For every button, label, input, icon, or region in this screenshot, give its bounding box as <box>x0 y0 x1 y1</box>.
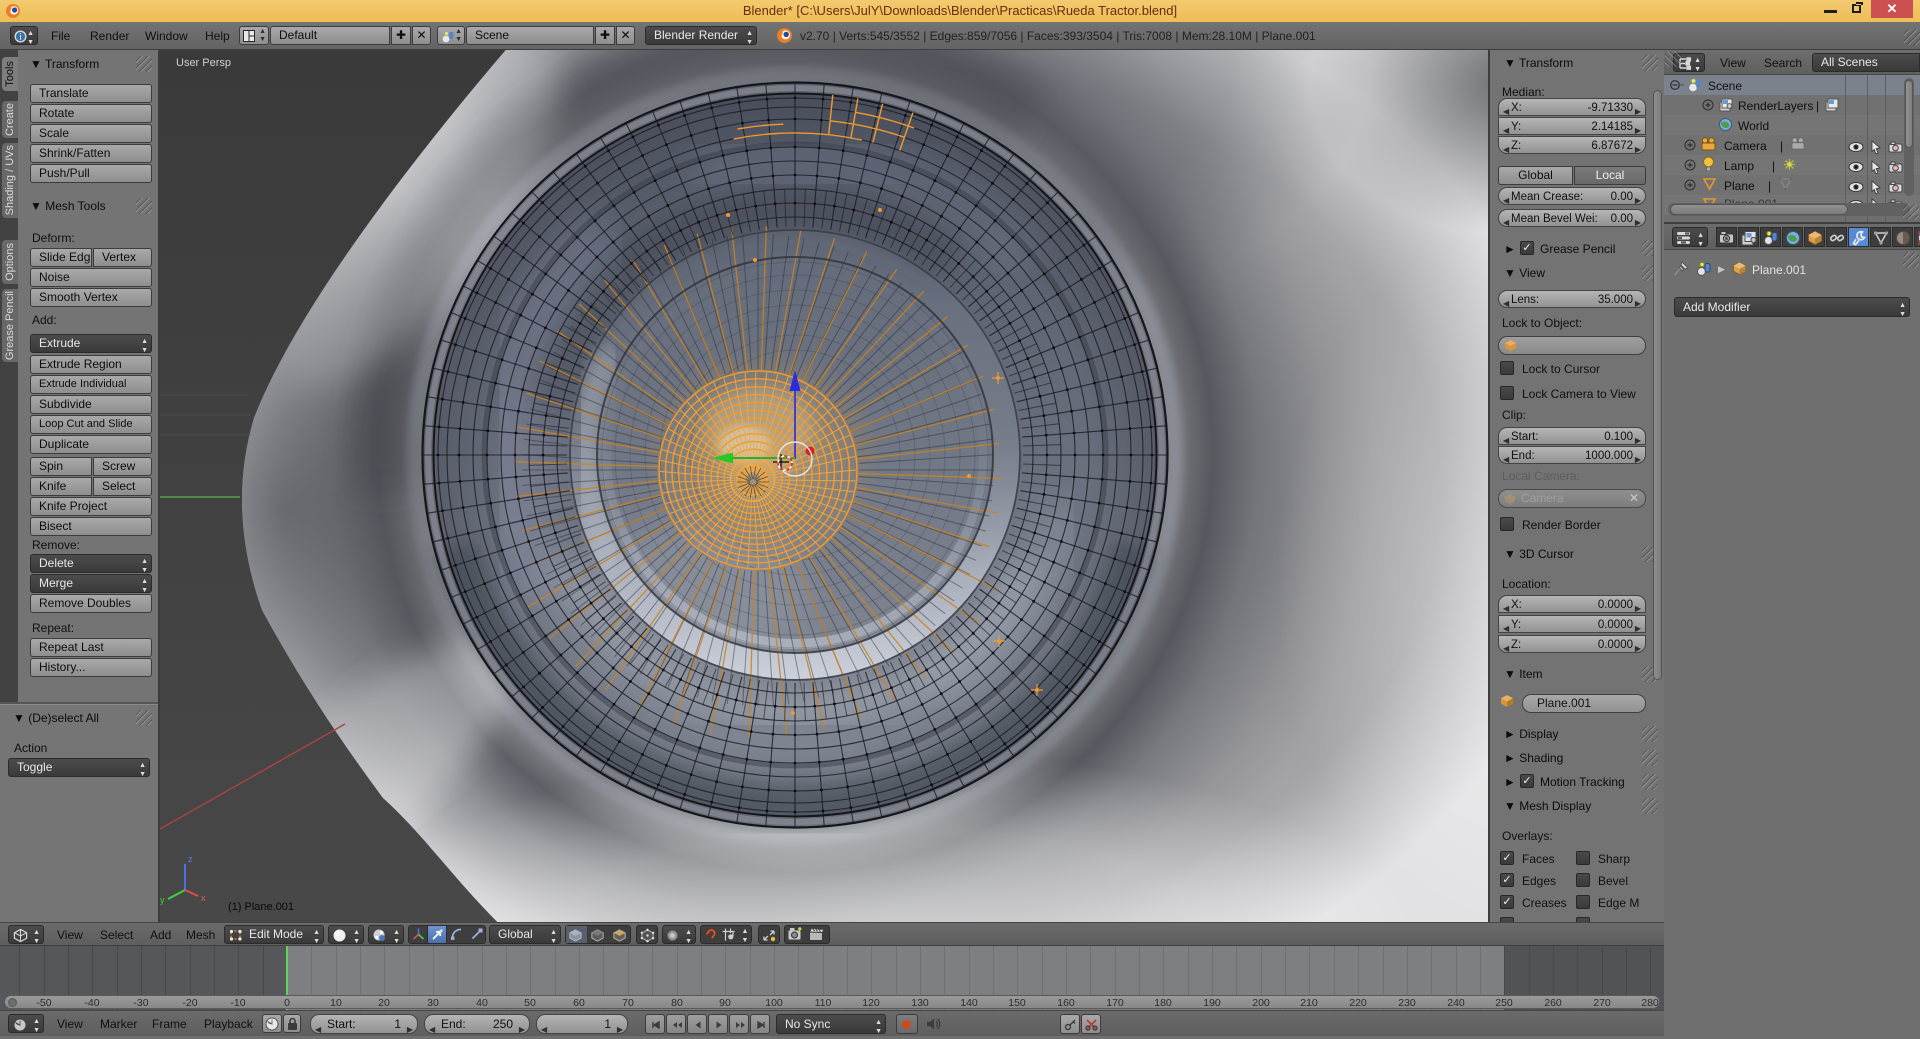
svg-text:(1) Plane.001: (1) Plane.001 <box>228 901 294 913</box>
svg-text:x: x <box>201 893 206 903</box>
svg-text:y: y <box>160 895 165 905</box>
svg-text:User Persp: User Persp <box>176 57 231 69</box>
svg-text:z: z <box>188 854 193 864</box>
